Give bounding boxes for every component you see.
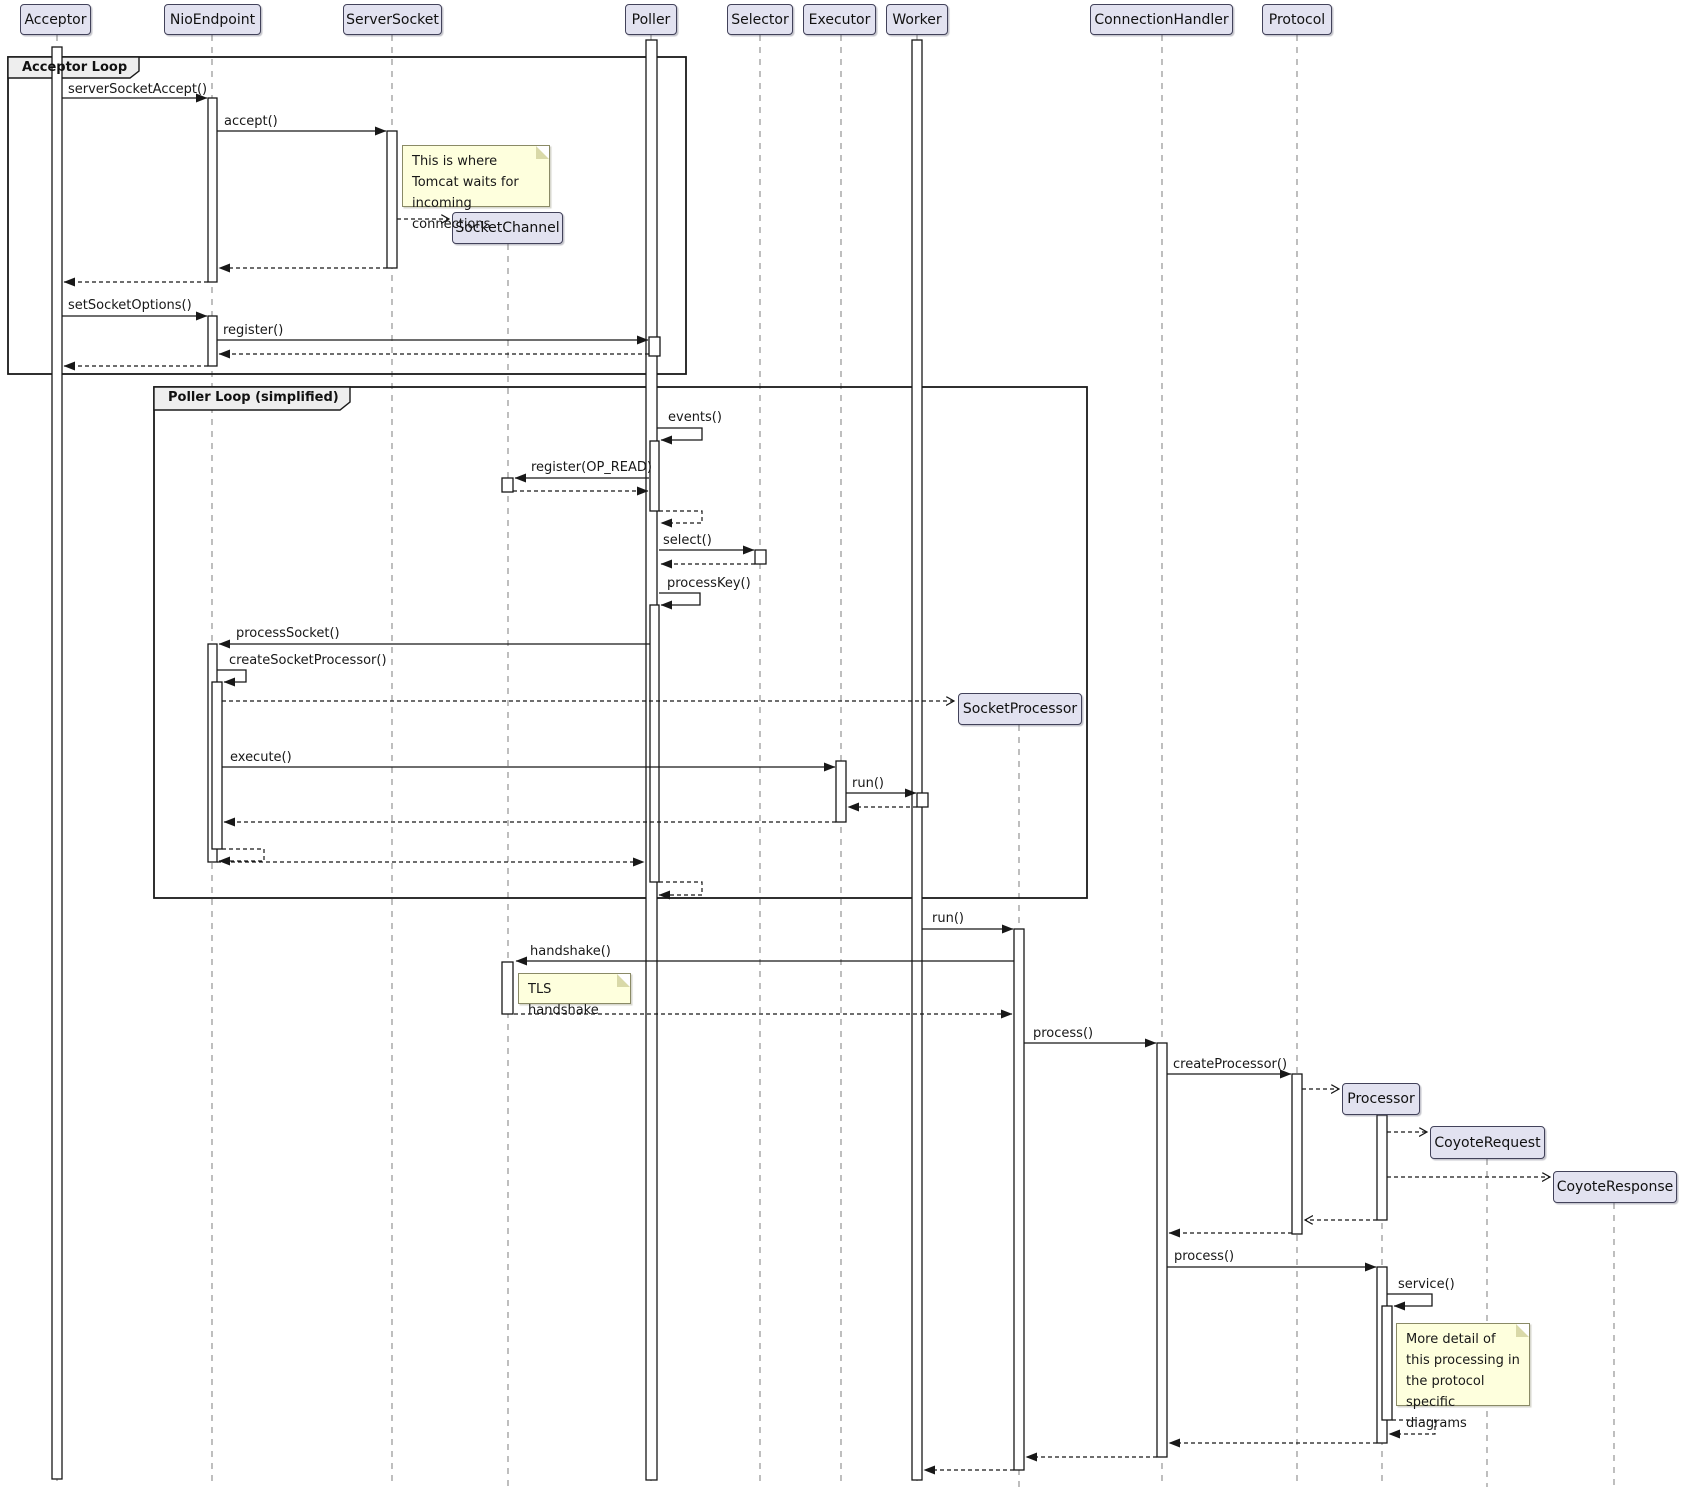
- participant-box-poller: Poller: [625, 4, 677, 35]
- participant-box-worker: Worker: [886, 4, 948, 35]
- activation-poller-register: [649, 337, 660, 356]
- activation-worker-run: [917, 793, 928, 807]
- message-label-setsocketoptions: setSocketOptions(): [68, 298, 192, 313]
- call-arrows: [62, 98, 1432, 1306]
- activation-nioendpoint-createprocessor: [212, 682, 222, 849]
- activation-socketprocessor: [1014, 929, 1024, 1470]
- participant-box-serversocket: ServerSocket: [343, 4, 442, 35]
- participant-box-selector: Selector: [727, 4, 793, 35]
- note-tls-handshake: TLS handshake: [518, 973, 631, 1004]
- message-label-select: select(): [663, 533, 712, 548]
- message-label-process-handler: process(): [1033, 1026, 1093, 1041]
- activation-protocol: [1292, 1074, 1302, 1234]
- activation-socketchannel-register: [502, 478, 513, 492]
- message-label-processkey: processKey(): [667, 576, 751, 591]
- activation-nioendpoint-options: [208, 316, 217, 366]
- message-label-run-worker: run(): [852, 776, 884, 791]
- message-label-serversocketaccept: serverSocketAccept(): [68, 82, 207, 97]
- message-label-createprocessor: createProcessor(): [1173, 1057, 1287, 1072]
- activation-executor: [836, 761, 846, 822]
- return-arrow-processkey-self: [659, 882, 702, 895]
- activation-poller-processkey: [650, 605, 659, 882]
- participant-box-protocol: Protocol: [1262, 4, 1332, 35]
- participant-box-nioendpoint: NioEndpoint: [164, 4, 261, 35]
- note-tomcat-waits: This is where Tomcat waits for incoming …: [402, 145, 550, 207]
- diagram-canvas: [0, 0, 1682, 1495]
- message-label-run-socketprocessor: run(): [932, 911, 964, 926]
- participant-box-coyoteresponse: CoyoteResponse: [1553, 1171, 1677, 1203]
- sequence-diagram: Acceptor NioEndpoint ServerSocket Poller…: [0, 0, 1682, 1495]
- frame-label-poller-loop: Poller Loop (simplified): [168, 390, 339, 405]
- activation-acceptor: [52, 47, 62, 1479]
- message-label-execute: execute(): [230, 750, 292, 765]
- participant-box-socketprocessor: SocketProcessor: [958, 693, 1082, 725]
- activation-connectionhandler: [1157, 1043, 1167, 1457]
- participant-box-executor: Executor: [803, 4, 876, 35]
- message-arrow-events-self: [657, 428, 702, 440]
- message-label-accept: accept(): [224, 114, 278, 129]
- message-arrow-processkey-self: [659, 593, 700, 605]
- message-label-handshake: handshake(): [530, 944, 611, 959]
- participant-box-processor: Processor: [1342, 1083, 1420, 1115]
- activation-processor-create: [1377, 1115, 1387, 1220]
- activation-selector: [755, 550, 766, 564]
- activation-poller-events: [650, 441, 659, 511]
- activation-processor-service: [1382, 1306, 1392, 1420]
- message-arrow-createsocketprocessor-self: [217, 670, 246, 682]
- frame-label-acceptor-loop: Acceptor Loop: [22, 60, 127, 75]
- participant-box-acceptor: Acceptor: [20, 4, 91, 35]
- activation-nioendpoint-accept: [208, 98, 217, 282]
- message-label-register-opread: register(OP_READ): [531, 460, 652, 475]
- return-arrow-events-self: [659, 511, 702, 523]
- frame-acceptor-loop: [8, 57, 686, 374]
- message-arrow-service-self: [1387, 1294, 1432, 1306]
- activation-worker: [912, 40, 922, 1480]
- note-protocol-detail: More detail of this processing in the pr…: [1396, 1323, 1530, 1406]
- participant-box-coyoterequest: CoyoteRequest: [1430, 1126, 1545, 1159]
- message-label-createsocketprocessor: createSocketProcessor(): [229, 653, 387, 668]
- message-label-register: register(): [223, 323, 283, 338]
- message-label-process-processor: process(): [1174, 1249, 1234, 1264]
- activation-serversocket: [387, 131, 397, 268]
- message-label-service: service(): [1398, 1277, 1455, 1292]
- message-label-events: events(): [668, 410, 722, 425]
- activation-socketchannel-handshake: [502, 962, 513, 1014]
- message-label-processsocket: processSocket(): [236, 626, 340, 641]
- return-arrow-createsocketprocessor-self: [219, 849, 264, 861]
- participant-box-connectionhandler: ConnectionHandler: [1090, 4, 1233, 35]
